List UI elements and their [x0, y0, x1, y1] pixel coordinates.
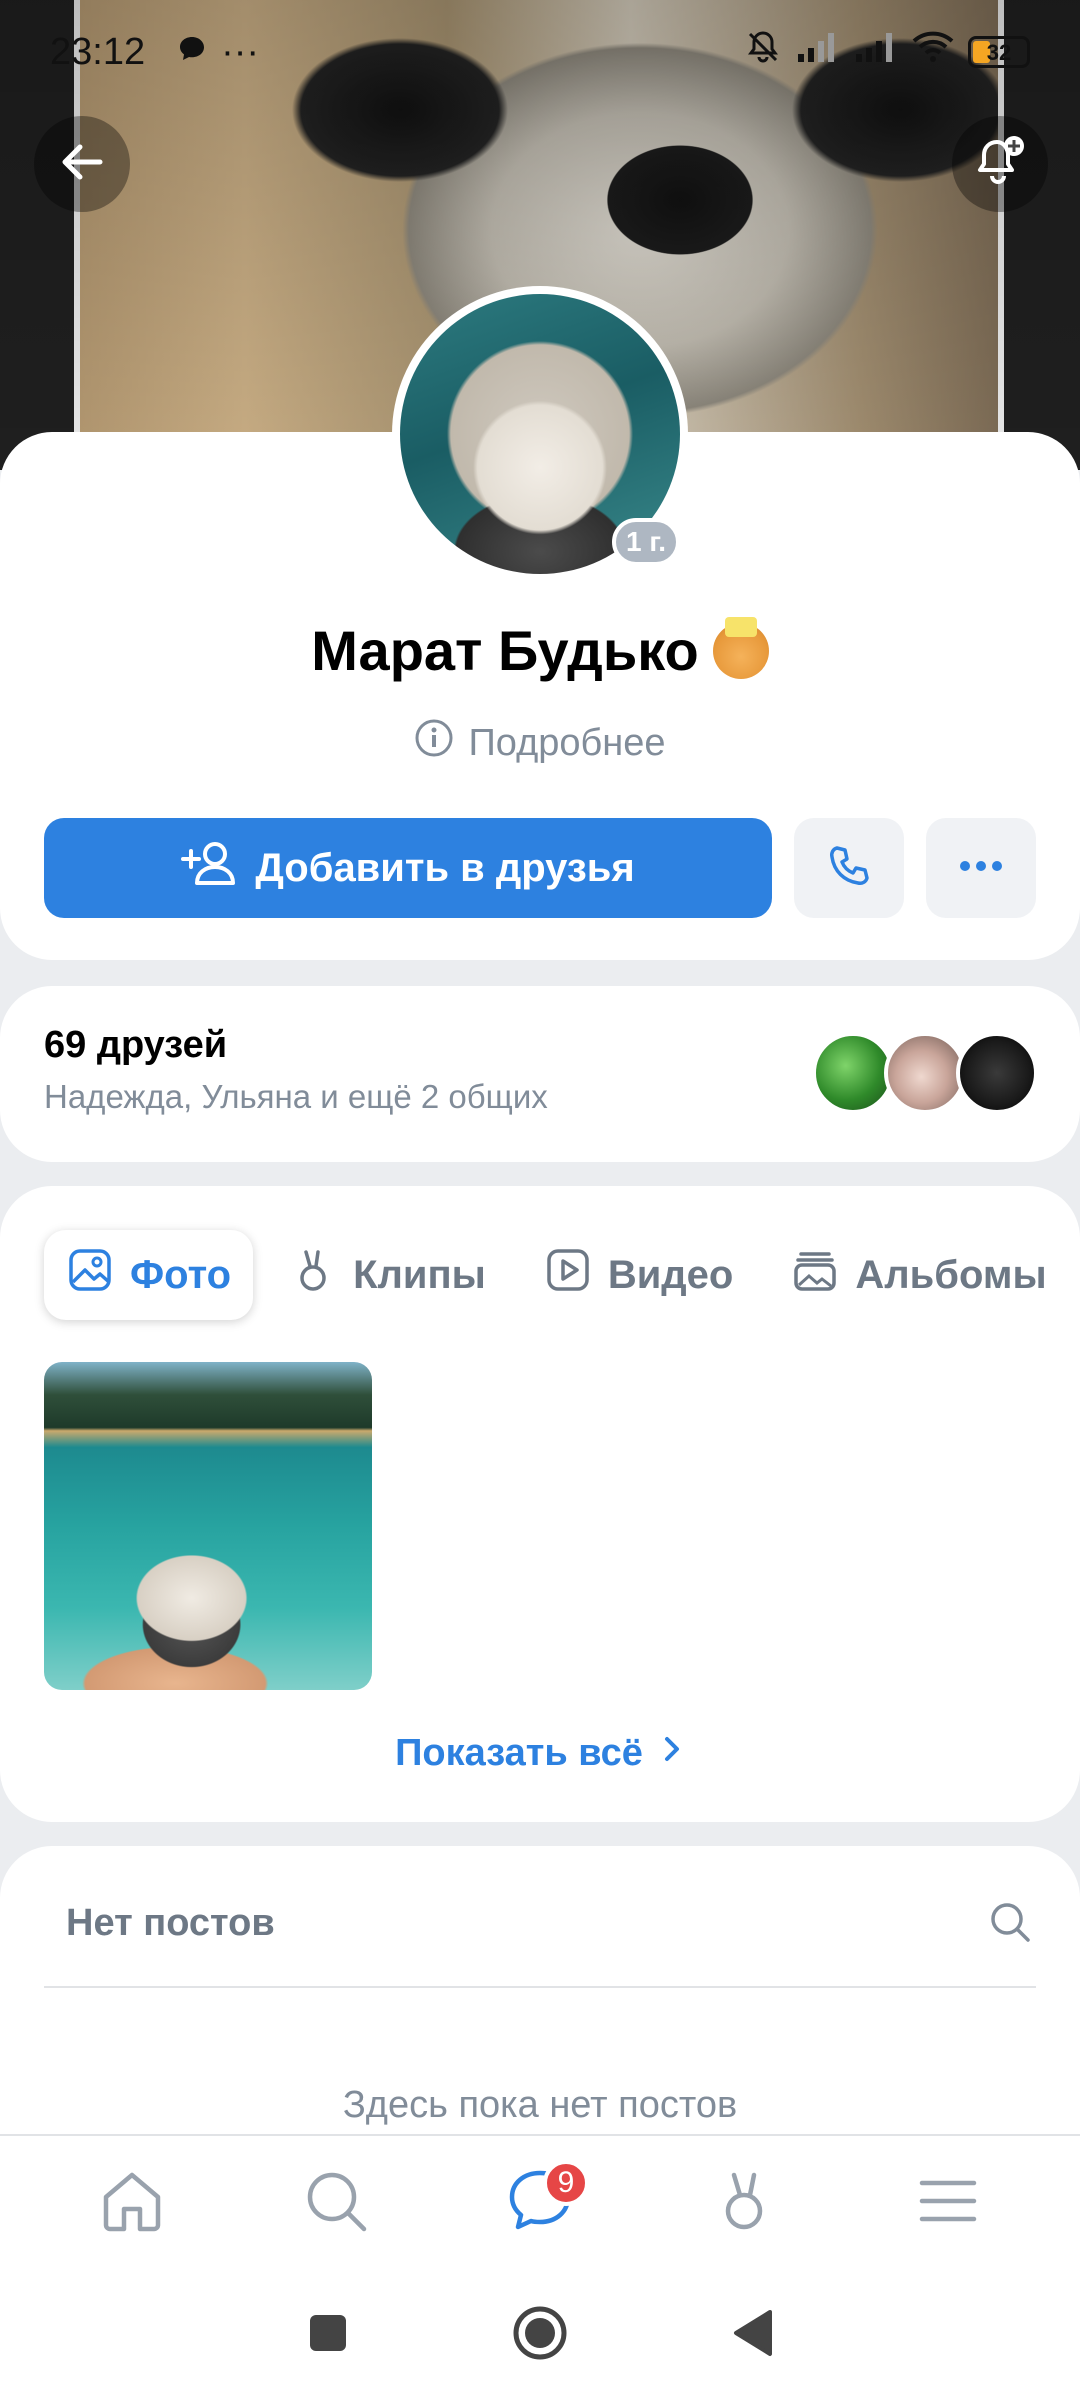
video-icon [544, 1246, 592, 1304]
mute-icon [744, 28, 782, 76]
tab-clips-label: Клипы [353, 1252, 486, 1297]
battery-level: 32 [986, 40, 1012, 65]
media-card: Фото Клипы Видео Альбомы Показать всё [0, 1186, 1080, 1822]
more-actions-button[interactable] [926, 818, 1036, 918]
search-icon [302, 2167, 370, 2240]
call-button[interactable] [794, 818, 904, 918]
tab-photos[interactable]: Фото [44, 1230, 254, 1320]
more-info-label: Подробнее [468, 721, 666, 764]
home-system-button[interactable] [510, 2303, 570, 2368]
tab-clips-nav[interactable] [689, 2148, 799, 2258]
battery-icon: 32 [968, 36, 1030, 68]
chevron-right-icon [661, 1732, 685, 1775]
search-icon [986, 1903, 1034, 1950]
posts-empty-state: Здесь пока нет постов [342, 2084, 738, 2126]
age-badge: 1 г. [612, 518, 680, 566]
tab-albums-label: Альбомы [855, 1252, 1047, 1297]
tab-home[interactable] [77, 2148, 187, 2258]
friend-avatar-3 [956, 1032, 1038, 1114]
back-button[interactable] [34, 116, 130, 212]
tab-menu[interactable] [893, 2148, 1003, 2258]
mutual-friends: Надежда, Ульяна и ещё 2 общих [44, 1078, 548, 1115]
show-all-link[interactable]: Показать всё [0, 1732, 1080, 1775]
back-system-button[interactable] [730, 2308, 774, 2363]
bell-plus-icon [970, 132, 1030, 197]
tab-clips[interactable]: Клипы [267, 1230, 508, 1320]
signal-icon [796, 30, 840, 74]
profile-name-text: Марат Будько [311, 619, 699, 682]
posts-search-button[interactable] [986, 1898, 1034, 1951]
subscribe-notifications-button[interactable] [952, 116, 1048, 212]
square-icon [306, 2314, 350, 2359]
more-horizontal-icon [957, 858, 1005, 879]
profile-name: Марат Будько [0, 616, 1080, 683]
clips-icon [710, 2167, 778, 2240]
show-all-label: Показать всё [395, 1732, 643, 1774]
status-bar: 23:12 ··· 32 [0, 0, 1080, 104]
friend-avatar-2 [884, 1032, 966, 1114]
tab-videos[interactable]: Видео [522, 1230, 756, 1320]
system-nav-bar [0, 2270, 1080, 2400]
home-icon [98, 2167, 166, 2240]
posts-header: Нет постов [66, 1902, 275, 1944]
chat-bubble-icon [177, 31, 207, 74]
tab-search[interactable] [281, 2148, 391, 2258]
tab-videos-label: Видео [607, 1252, 734, 1297]
status-time: 23:12 [50, 30, 146, 73]
signal-icon-2 [854, 30, 898, 74]
add-friend-button[interactable]: Добавить в друзья [44, 818, 772, 918]
divider [44, 1986, 1036, 1988]
info-icon [414, 718, 454, 768]
more-info-link[interactable]: Подробнее [0, 718, 1080, 768]
arrow-left-icon [56, 136, 108, 193]
recent-apps-button[interactable] [306, 2311, 350, 2360]
media-tabs: Фото Клипы Видео Альбомы [44, 1230, 1069, 1320]
status-more: ··· [221, 30, 260, 73]
phone-icon [825, 842, 873, 895]
bottom-tab-bar: 9 [0, 2134, 1080, 2270]
messages-badge: 9 [543, 2160, 589, 2206]
photo-icon [66, 1246, 114, 1304]
photo-thumbnail[interactable] [44, 1362, 372, 1690]
tab-photos-label: Фото [130, 1252, 232, 1297]
friend-avatar-1 [812, 1032, 894, 1114]
circle-icon [510, 2306, 570, 2367]
tab-albums[interactable]: Альбомы [769, 1230, 1068, 1320]
clips-icon [289, 1246, 337, 1304]
albums-icon [791, 1246, 839, 1304]
menu-icon [914, 2167, 982, 2240]
user-add-icon [181, 839, 237, 897]
wifi-icon [912, 30, 954, 74]
tab-messages[interactable]: 9 [485, 2148, 595, 2258]
friends-card[interactable]: 69 друзей Надежда, Ульяна и ещё 2 общих [0, 986, 1080, 1162]
friends-count: 69 друзей [44, 1024, 228, 1066]
status-emoji-icon[interactable] [712, 616, 769, 679]
add-friend-label: Добавить в друзья [255, 845, 635, 890]
triangle-back-icon [730, 2309, 774, 2362]
